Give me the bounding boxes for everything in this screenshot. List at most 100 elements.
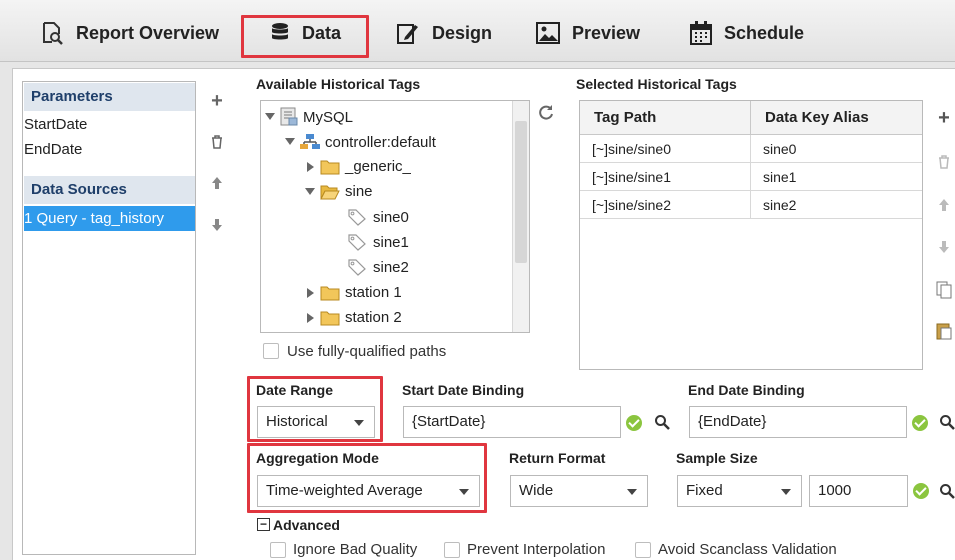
expand-arrow-icon (307, 287, 314, 298)
tree-node-folder-sine[interactable]: sine (305, 183, 373, 200)
tab-label: Preview (572, 22, 641, 43)
expand-arrow-icon (307, 161, 314, 172)
tree-node-folder[interactable]: station 1 (307, 284, 402, 301)
dropdown-arrow-icon (627, 489, 637, 495)
folder-icon (320, 311, 340, 325)
column-header-data-key-alias[interactable]: Data Key Alias (751, 101, 922, 135)
advanced-label: Advanced (273, 517, 340, 533)
date-range-dropdown[interactable]: Historical (257, 406, 375, 438)
valid-check-icon (626, 415, 642, 431)
end-date-binding-input[interactable]: {EndDate} (689, 406, 907, 438)
table-cell[interactable]: sine0 (751, 135, 922, 163)
tab-schedule[interactable]: Schedule (690, 10, 804, 56)
move-up-icon[interactable] (934, 198, 954, 216)
collapse-arrow-icon (285, 138, 295, 145)
table-cell[interactable]: sine2 (751, 191, 922, 219)
aggregation-mode-label: Aggregation Mode (256, 450, 379, 466)
tab-label: Design (432, 22, 493, 43)
collapse-arrow-icon (265, 113, 275, 120)
copy-icon[interactable] (934, 281, 954, 304)
report-search-icon (43, 22, 63, 45)
data-source-item[interactable]: 1 Query - tag_history (24, 206, 195, 231)
tab-data[interactable]: Data (270, 10, 341, 56)
tree-node-tag[interactable]: sine1 (347, 233, 409, 251)
parameter-item[interactable]: EndDate (24, 140, 82, 160)
database-provider-icon (280, 107, 298, 126)
sample-size-dropdown[interactable]: Fixed (677, 475, 802, 507)
tag-provider-icon (300, 134, 320, 149)
ignore-bad-quality-checkbox[interactable] (270, 542, 286, 558)
tab-label: Schedule (724, 22, 805, 43)
trash-icon[interactable] (934, 155, 954, 174)
aggregation-mode-dropdown[interactable]: Time-weighted Average (257, 475, 480, 507)
refresh-icon[interactable] (538, 104, 554, 125)
move-down-icon[interactable] (934, 240, 954, 258)
dropdown-arrow-icon (459, 489, 469, 495)
prevent-interpolation-label: Prevent Interpolation (467, 541, 606, 558)
tab-label: Report Overview (76, 22, 220, 43)
return-format-dropdown[interactable]: Wide (510, 475, 648, 507)
tag-icon (348, 209, 366, 226)
selected-tags-label: Selected Historical Tags (576, 76, 737, 92)
trash-icon[interactable] (207, 135, 227, 154)
available-tags-label: Available Historical Tags (256, 76, 421, 92)
tree-node-tag[interactable]: sine2 (347, 258, 409, 276)
prevent-interpolation-checkbox[interactable] (444, 542, 460, 558)
column-header-tag-path[interactable]: Tag Path (580, 101, 751, 135)
move-down-icon[interactable] (207, 218, 227, 236)
move-up-icon[interactable] (207, 176, 227, 194)
parameters-header: Parameters (24, 83, 195, 111)
advanced-collapse-toggle[interactable]: − (257, 518, 270, 531)
search-icon[interactable] (654, 414, 670, 430)
valid-check-icon (913, 483, 929, 499)
sample-size-label: Sample Size (676, 450, 758, 466)
valid-check-icon (912, 415, 928, 431)
dropdown-arrow-icon (781, 489, 791, 495)
calendar-icon (690, 21, 712, 45)
table-cell[interactable]: [~]sine/sine2 (580, 191, 751, 219)
tree-node-tag[interactable]: sine0 (347, 208, 409, 226)
search-icon[interactable] (939, 414, 955, 430)
tab-label: Data (302, 22, 342, 43)
fully-qualified-checkbox[interactable] (263, 343, 279, 359)
tree-node-provider[interactable]: controller:default (285, 132, 436, 152)
tab-preview[interactable]: Preview (536, 10, 640, 56)
tag-tree[interactable]: MySQL controller:default _generic_ sine … (260, 100, 530, 333)
tab-report-overview[interactable]: Report Overview (40, 10, 219, 56)
tab-design[interactable]: Design (396, 10, 492, 56)
sample-size-input[interactable]: 1000 (809, 475, 908, 507)
tree-node-mysql[interactable]: MySQL (265, 107, 353, 127)
collapse-arrow-icon (305, 187, 315, 195)
date-range-label: Date Range (256, 382, 334, 398)
selected-tags-table[interactable]: Tag Path Data Key Alias [~]sine/sine0 si… (579, 100, 923, 370)
design-edit-icon (397, 24, 418, 44)
fully-qualified-label: Use fully-qualified paths (287, 343, 447, 360)
add-icon[interactable]: + (934, 107, 954, 130)
table-cell[interactable]: [~]sine/sine0 (580, 135, 751, 163)
tree-node-folder[interactable]: _generic_ (307, 158, 411, 175)
table-cell[interactable]: sine1 (751, 163, 922, 191)
scrollbar-thumb[interactable] (515, 121, 527, 263)
search-icon[interactable] (939, 483, 955, 499)
folder-icon (320, 286, 340, 300)
expand-arrow-icon (307, 312, 314, 323)
add-icon[interactable]: + (207, 90, 227, 113)
open-folder-icon (320, 185, 340, 199)
return-format-label: Return Format (509, 450, 606, 466)
parameters-panel: Parameters StartDate EndDate Data Source… (22, 81, 196, 555)
avoid-scanclass-validation-checkbox[interactable] (635, 542, 651, 558)
start-date-binding-input[interactable]: {StartDate} (403, 406, 621, 438)
folder-icon (320, 160, 340, 174)
data-sources-header: Data Sources (24, 176, 195, 204)
paste-icon[interactable] (934, 322, 954, 345)
table-cell[interactable]: [~]sine/sine1 (580, 163, 751, 191)
tab-bar: Report Overview Data Design Preview Sche… (0, 0, 955, 62)
tree-scrollbar[interactable] (512, 101, 529, 332)
tag-icon (348, 234, 366, 251)
database-icon (272, 23, 288, 40)
end-date-binding-label: End Date Binding (688, 382, 805, 398)
parameter-item[interactable]: StartDate (24, 115, 87, 135)
tree-node-folder[interactable]: station 2 (307, 309, 402, 326)
avoid-scanclass-validation-label: Avoid Scanclass Validation (658, 541, 837, 558)
start-date-binding-label: Start Date Binding (402, 382, 525, 398)
